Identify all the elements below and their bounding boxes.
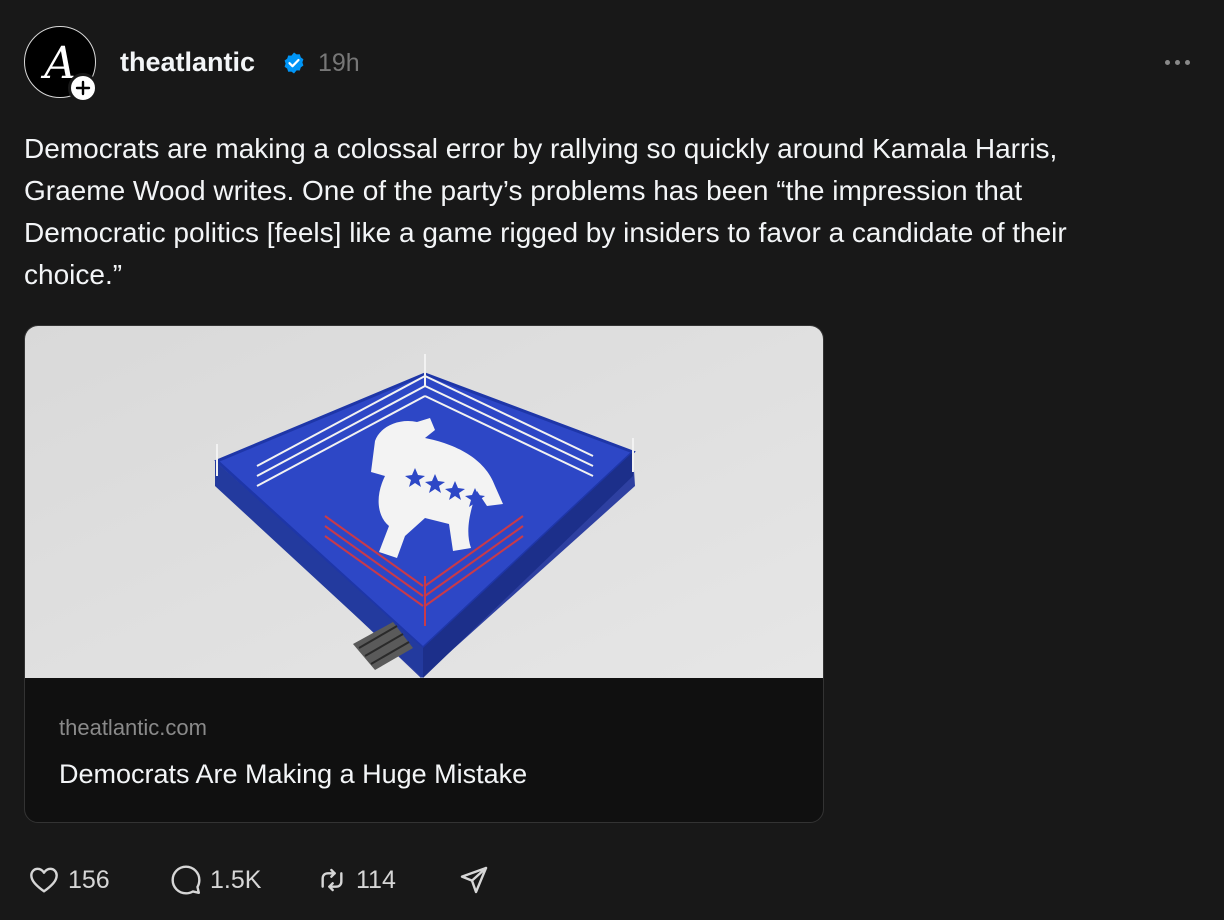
link-preview-card[interactable]: theatlantic.com Democrats Are Making a H… (24, 325, 824, 823)
repost-icon (321, 868, 343, 892)
username-link[interactable]: theatlantic (120, 47, 255, 78)
follow-button[interactable] (68, 73, 98, 103)
like-button[interactable]: 156 (28, 860, 110, 900)
avatar[interactable]: A (24, 26, 98, 103)
article-image (25, 326, 823, 678)
repost-count: 114 (356, 865, 396, 894)
more-icon-dot (1165, 59, 1170, 65)
repost-button[interactable]: 114 (316, 860, 396, 900)
link-title: Democrats Are Making a Huge Mistake (59, 759, 528, 789)
more-options-button[interactable] (1165, 52, 1205, 72)
more-icon-dot (1175, 59, 1180, 65)
link-domain: theatlantic.com (59, 715, 207, 740)
reply-button[interactable]: 1.5K (170, 860, 261, 900)
reply-count: 1.5K (210, 865, 262, 894)
like-count: 156 (68, 865, 110, 894)
verified-icon (284, 52, 304, 74)
heart-icon (30, 867, 58, 893)
post-timestamp: 19h (318, 49, 360, 77)
share-icon (460, 866, 488, 894)
plus-icon (75, 80, 91, 96)
more-icon-dot (1185, 59, 1190, 65)
post-caption: Democrats are making a colossal error by… (24, 133, 1067, 290)
share-button[interactable] (458, 860, 490, 900)
comment-icon (171, 865, 201, 895)
